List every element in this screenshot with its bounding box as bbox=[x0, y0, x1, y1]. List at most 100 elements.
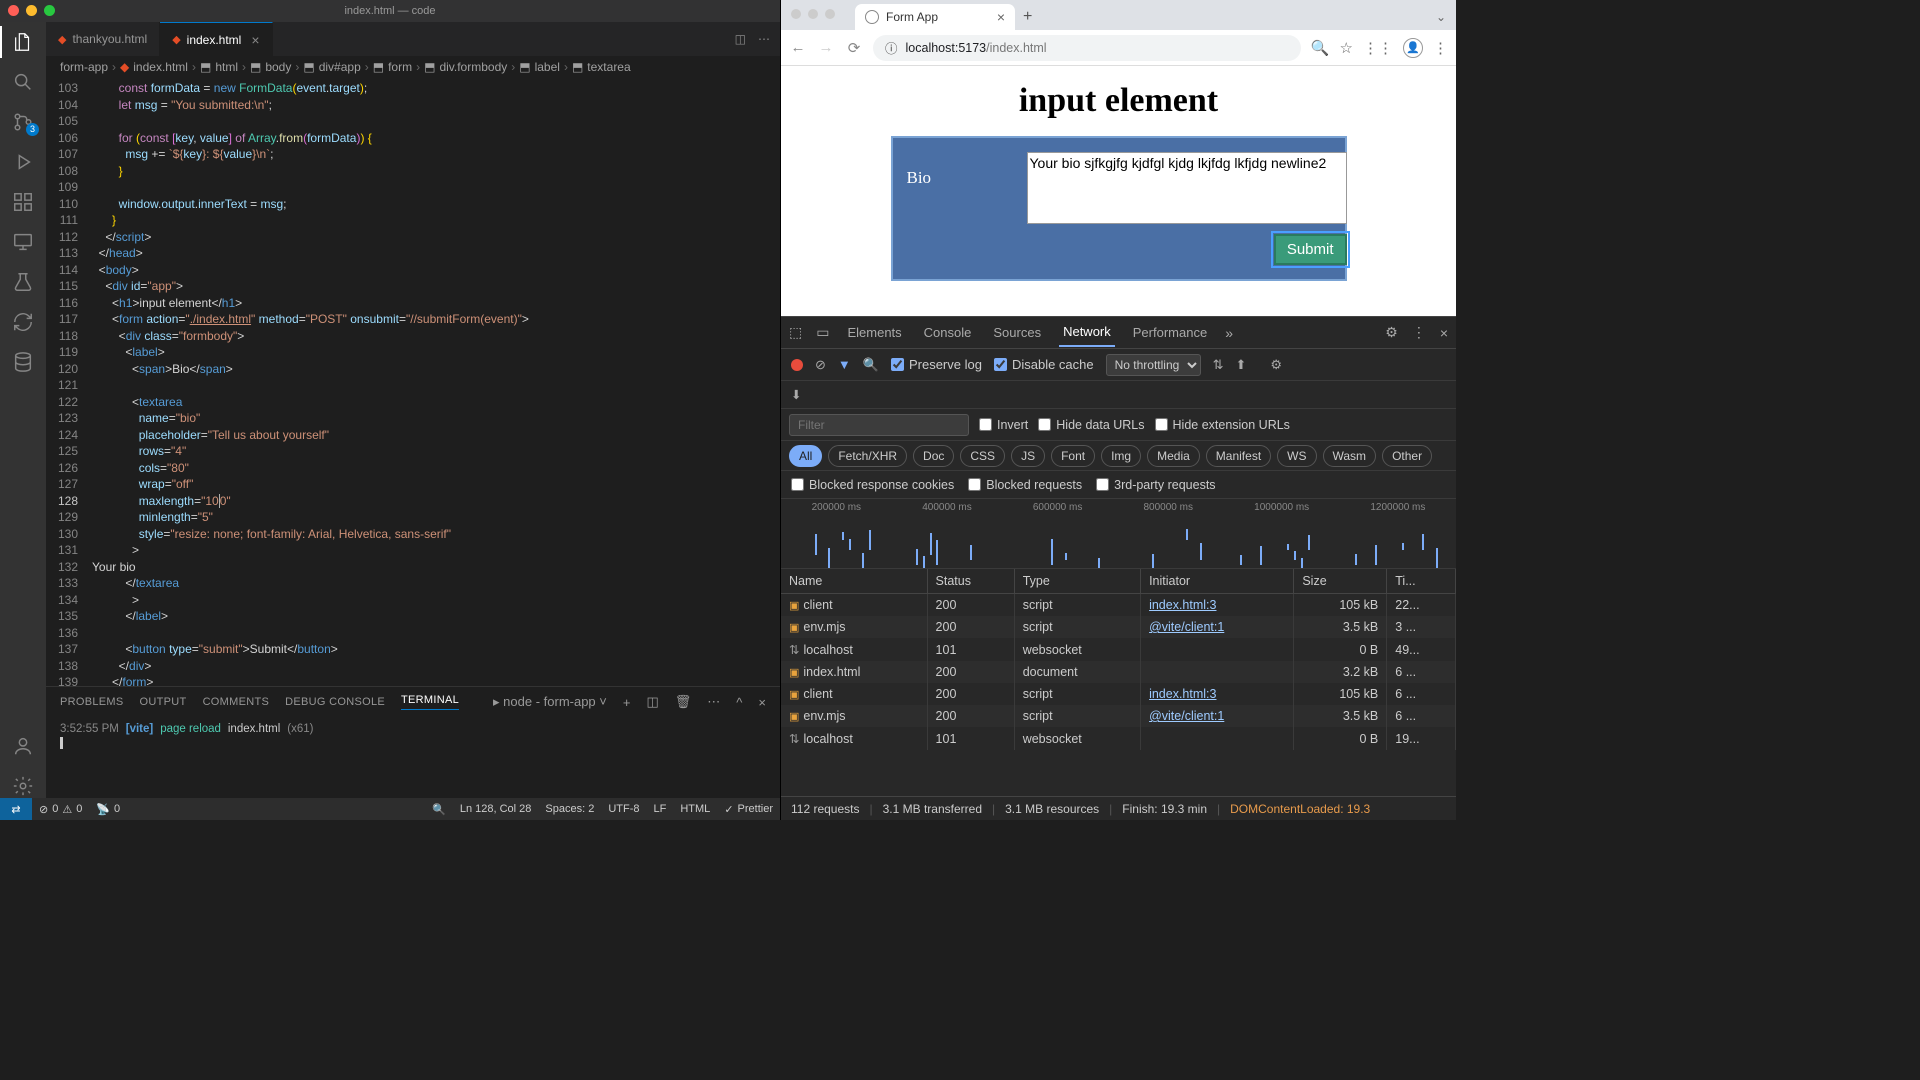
tab-elements[interactable]: Elements bbox=[843, 319, 905, 346]
type-chip-wasm[interactable]: Wasm bbox=[1323, 445, 1377, 467]
type-chip-img[interactable]: Img bbox=[1101, 445, 1141, 467]
maximize-icon[interactable]: ^ bbox=[736, 695, 742, 710]
type-chip-css[interactable]: CSS bbox=[960, 445, 1005, 467]
more-icon[interactable]: ⋯ bbox=[707, 694, 720, 710]
preserve-log-checkbox[interactable]: Preserve log bbox=[891, 357, 982, 372]
remote-icon[interactable] bbox=[11, 230, 35, 254]
chevron-down-icon[interactable]: ⌄ bbox=[1436, 10, 1446, 24]
inspect-icon[interactable]: ⬚ bbox=[789, 324, 802, 341]
settings-icon[interactable]: ⚙ bbox=[1270, 357, 1282, 373]
menu-icon[interactable]: ⋮ bbox=[1433, 39, 1448, 57]
debug-icon[interactable] bbox=[11, 150, 35, 174]
filter-icon[interactable]: ▼ bbox=[838, 357, 851, 372]
address-bar[interactable]: ⓘ localhost:5173/index.html bbox=[873, 35, 1301, 61]
download-icon[interactable]: ⬆ bbox=[1236, 357, 1247, 373]
clear-button[interactable]: ⊘ bbox=[815, 357, 826, 373]
type-chip-js[interactable]: JS bbox=[1011, 445, 1045, 467]
window-controls[interactable] bbox=[791, 9, 835, 19]
search-icon[interactable]: 🔍 bbox=[863, 357, 879, 373]
explorer-icon[interactable] bbox=[11, 30, 35, 54]
status-ports[interactable]: 📡 0 bbox=[89, 803, 127, 816]
code-editor[interactable]: 1031041051061071081091101111121131141151… bbox=[46, 78, 780, 686]
type-chip-ws[interactable]: WS bbox=[1277, 445, 1316, 467]
status-zoom[interactable]: 🔍 bbox=[425, 803, 453, 816]
panel-tab-comments[interactable]: COMMENTS bbox=[203, 696, 270, 708]
network-timeline[interactable]: 200000 ms400000 ms600000 ms800000 ms1000… bbox=[781, 499, 1456, 569]
source-control-icon[interactable]: 3 bbox=[11, 110, 35, 134]
bio-textarea[interactable] bbox=[1027, 152, 1347, 224]
breadcrumb[interactable]: form-app› ◆ index.html› ⬒ html› ⬒ body› … bbox=[46, 56, 780, 78]
more-icon[interactable]: ⋮ bbox=[1412, 324, 1426, 341]
export-icon[interactable]: ⬇ bbox=[791, 387, 801, 402]
type-chip-doc[interactable]: Doc bbox=[913, 445, 954, 467]
type-chip-media[interactable]: Media bbox=[1147, 445, 1200, 467]
trash-icon[interactable]: 🗑 bbox=[675, 694, 692, 710]
invert-checkbox[interactable]: Invert bbox=[979, 418, 1028, 432]
database-icon[interactable] bbox=[11, 350, 35, 374]
throttling-select[interactable]: No throttling bbox=[1106, 354, 1201, 376]
browser-tab[interactable]: Form App × bbox=[855, 4, 1015, 30]
zoom-icon[interactable]: 🔍 bbox=[1311, 39, 1330, 57]
window-controls[interactable] bbox=[8, 5, 55, 16]
close-panel-icon[interactable]: × bbox=[758, 695, 766, 710]
testing-icon[interactable] bbox=[11, 270, 35, 294]
split-terminal-icon[interactable]: ◫ bbox=[646, 694, 658, 710]
device-icon[interactable]: ▭ bbox=[816, 324, 829, 341]
panel-tab-debug[interactable]: DEBUG CONSOLE bbox=[285, 696, 385, 708]
new-tab-button[interactable]: + bbox=[1023, 8, 1032, 26]
close-tab-icon[interactable]: × bbox=[997, 9, 1005, 25]
table-row[interactable]: ⇅localhost101websocket0 B19... bbox=[781, 727, 1456, 750]
account-icon[interactable] bbox=[11, 734, 35, 758]
panel-tab-output[interactable]: OUTPUT bbox=[140, 696, 187, 708]
tab-network[interactable]: Network bbox=[1059, 318, 1115, 347]
table-row[interactable]: ▣index.html200document3.2 kB6 ... bbox=[781, 661, 1456, 683]
panel-tab-terminal[interactable]: TERMINAL bbox=[401, 694, 459, 710]
type-chip-other[interactable]: Other bbox=[1382, 445, 1432, 467]
upload-icon[interactable]: ⇅ bbox=[1213, 357, 1224, 373]
status-lang[interactable]: HTML bbox=[673, 803, 717, 815]
third-party-checkbox[interactable]: 3rd-party requests bbox=[1096, 478, 1215, 492]
tab-index[interactable]: ◆index.html× bbox=[160, 22, 272, 56]
status-spaces[interactable]: Spaces: 2 bbox=[538, 803, 601, 815]
type-chip-manifest[interactable]: Manifest bbox=[1206, 445, 1271, 467]
submit-button[interactable]: Submit bbox=[1274, 234, 1347, 265]
table-row[interactable]: ▣env.mjs200script@vite/client:13.5 kB6 .… bbox=[781, 705, 1456, 727]
forward-button[interactable]: → bbox=[817, 39, 835, 56]
bookmark-icon[interactable]: ☆ bbox=[1340, 39, 1353, 57]
blocked-requests-checkbox[interactable]: Blocked requests bbox=[968, 478, 1082, 492]
more-tabs-icon[interactable]: » bbox=[1225, 325, 1233, 341]
status-cursor[interactable]: Ln 128, Col 28 bbox=[453, 803, 539, 815]
hide-ext-urls-checkbox[interactable]: Hide extension URLs bbox=[1155, 418, 1290, 432]
reload-button[interactable]: ⟳ bbox=[845, 39, 863, 57]
status-prettier[interactable]: ✓ Prettier bbox=[717, 803, 780, 816]
table-row[interactable]: ▣client200scriptindex.html:3105 kB6 ... bbox=[781, 683, 1456, 705]
disable-cache-checkbox[interactable]: Disable cache bbox=[994, 357, 1094, 372]
tab-sources[interactable]: Sources bbox=[989, 319, 1045, 346]
extensions-icon[interactable]: ⋮⋮ bbox=[1363, 39, 1393, 57]
panel-tab-problems[interactable]: PROBLEMS bbox=[60, 696, 124, 708]
record-button[interactable] bbox=[791, 359, 803, 371]
profile-icon[interactable]: 👤 bbox=[1403, 38, 1423, 58]
back-button[interactable]: ← bbox=[789, 39, 807, 56]
tab-thankyou[interactable]: ◆thankyou.html bbox=[46, 22, 160, 56]
gear-icon[interactable]: ⚙ bbox=[1385, 324, 1398, 341]
terminal-dropdown[interactable]: ▸ node - form-app ˅ bbox=[493, 694, 607, 710]
filter-input[interactable] bbox=[789, 414, 969, 436]
new-terminal-icon[interactable]: + bbox=[623, 695, 631, 710]
status-errors[interactable]: ⊘ 0 ⚠ 0 bbox=[32, 803, 89, 816]
blocked-cookies-checkbox[interactable]: Blocked response cookies bbox=[791, 478, 954, 492]
close-icon[interactable]: × bbox=[251, 32, 259, 48]
table-row[interactable]: ▣client200scriptindex.html:3105 kB22... bbox=[781, 594, 1456, 617]
status-eol[interactable]: LF bbox=[647, 803, 674, 815]
tab-console[interactable]: Console bbox=[920, 319, 976, 346]
terminal-output[interactable]: 3:52:55 PM [vite] page reload index.html… bbox=[46, 717, 780, 798]
settings-icon[interactable] bbox=[11, 774, 35, 798]
type-chip-fetchxhr[interactable]: Fetch/XHR bbox=[828, 445, 907, 467]
type-chip-all[interactable]: All bbox=[789, 445, 822, 467]
remote-indicator[interactable]: ⇄ bbox=[0, 798, 32, 820]
more-icon[interactable]: ⋯ bbox=[758, 32, 770, 46]
split-editor-icon[interactable]: ◫ bbox=[735, 32, 746, 46]
hide-data-urls-checkbox[interactable]: Hide data URLs bbox=[1038, 418, 1144, 432]
search-icon[interactable] bbox=[11, 70, 35, 94]
refresh-icon[interactable] bbox=[11, 310, 35, 334]
